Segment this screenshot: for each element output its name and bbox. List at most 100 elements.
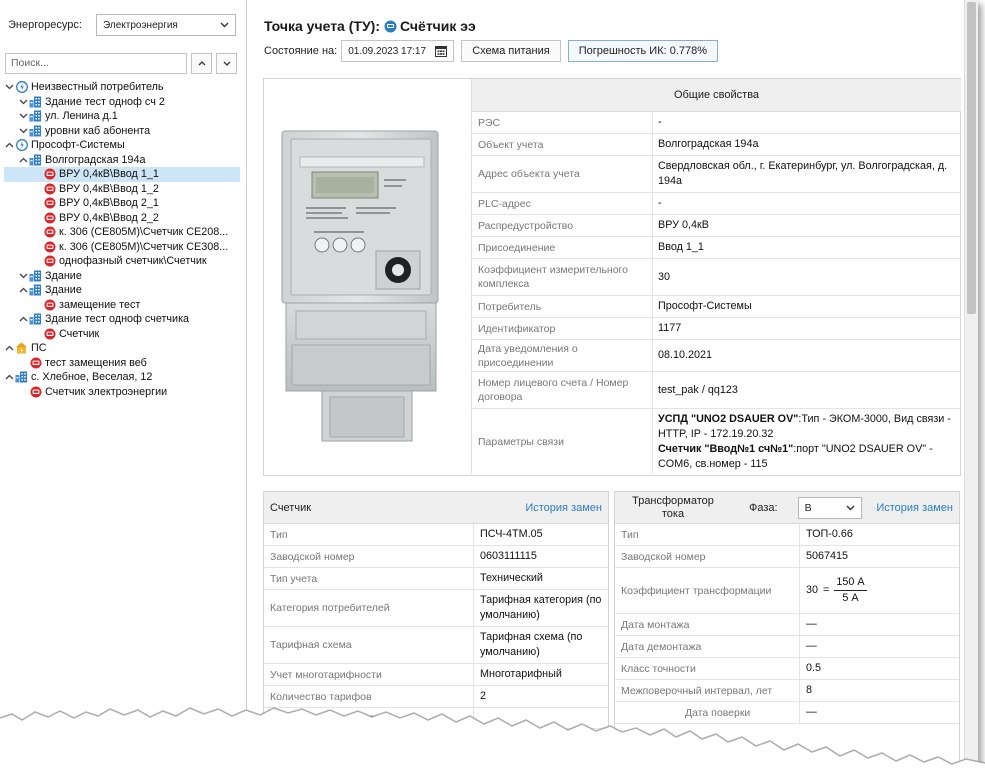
calendar-icon[interactable] — [435, 45, 448, 57]
tree-node[interactable]: ВРУ 0,4кВ\Ввод 2_1 — [4, 196, 244, 211]
uspd-name: УСПД "UNO2 DSAUER OV" — [658, 413, 799, 425]
tree-node[interactable]: ВРУ 0,4кВ\Ввод 1_1 — [4, 167, 240, 182]
chevron-up-icon[interactable] — [4, 372, 15, 382]
chevron-down-icon[interactable] — [18, 111, 29, 121]
title-prefix: Точка учета (ТУ): — [264, 18, 380, 34]
property-row: Идентификатор 1177 — [471, 318, 961, 340]
meter-partial-row: ...зательности — [264, 708, 608, 729]
tree-node-label: к. 306 (СЕ805М)\Счетчик СЕ208... — [59, 226, 229, 239]
state-label: Состояние на: — [264, 45, 338, 57]
chevron-up-icon[interactable] — [4, 343, 15, 353]
tree-node-label: Счетчик — [59, 327, 100, 340]
general-properties-rows: РЭС - Объект учета Волгоградская 194а Адрес … — [471, 112, 961, 409]
property-value: 08.10.2021 — [658, 349, 713, 361]
transformer-row: Коэффициент трансформации 30 = 150 А5 А — [615, 568, 959, 614]
scroll-down-button[interactable] — [216, 52, 237, 74]
tree-node[interactable]: Здание тест одноф счетчика — [4, 312, 244, 327]
meter-link-name: Счетчик "Ввод№1 сч№1" — [658, 443, 794, 455]
tree-node[interactable]: Волгоградская 194а — [4, 153, 244, 168]
tree-node[interactable]: Неизвестный потребитель — [4, 80, 244, 95]
meter-row: Заводской номер 0603111115 — [264, 546, 608, 568]
tree-node[interactable]: уровни каб абонента — [4, 124, 244, 139]
tree-node[interactable]: замещение тест — [4, 298, 244, 313]
transformer-row: Тип ТОП-0.66 — [615, 524, 959, 546]
chevron-down-icon[interactable] — [18, 271, 29, 281]
meter-row-value: 2 — [480, 690, 487, 702]
building-icon — [29, 270, 42, 282]
search-input[interactable]: Поиск... — [5, 52, 187, 74]
page-title: Точка учета (ТУ): Счётчик ээ — [264, 18, 476, 34]
energy-resource-select[interactable]: Электроэнергия — [96, 14, 236, 36]
building-icon — [29, 284, 42, 296]
chevron-down-icon[interactable] — [18, 126, 29, 136]
transformer-row-value: ТОП-0.66 — [806, 528, 853, 540]
property-row: Номер лицевого счета / Номер договора tes… — [471, 372, 961, 409]
transformer-row-value: — — [806, 618, 817, 630]
power-scheme-button[interactable]: Схема питания — [461, 40, 561, 62]
tree-node[interactable]: Прософт-Системы — [4, 138, 244, 153]
ratio-equals: = — [823, 584, 830, 596]
tree-node-label: к. 306 (СЕ805М)\Счетчик СЕ308... — [59, 240, 229, 253]
transformation-ratio: 30 = 150 А5 А — [800, 568, 959, 613]
meter-panel-title: Счетчик — [270, 501, 312, 514]
chevron-down-icon[interactable] — [4, 82, 15, 92]
property-row: Присоединение Ввод 1_1 — [471, 237, 961, 259]
tree-node[interactable]: Счетчик электроэнергии — [4, 385, 244, 400]
property-value: ВРУ 0,4кВ — [658, 219, 709, 231]
tree-node-label: Здание — [45, 269, 82, 282]
meter-rows: Тип ПСЧ-4ТМ.05 Заводской номер 0603111115 Ти… — [264, 524, 608, 708]
meter-row-label: Тип — [264, 524, 474, 545]
tree-node[interactable]: ПС — [4, 341, 244, 356]
tree-node[interactable]: к. 306 (СЕ805М)\Счетчик СЕ308... — [4, 240, 244, 255]
tree-node[interactable]: Здание — [4, 283, 244, 298]
tree-node[interactable]: Счетчик — [4, 327, 244, 342]
chevron-up-icon[interactable] — [18, 314, 29, 324]
phase-select[interactable]: B — [797, 496, 862, 519]
transformer-row-label: Тип — [615, 524, 800, 545]
tree-node[interactable]: Здание тест одноф сч 2 — [4, 95, 244, 110]
transformer-row-label: Дата демонтажа — [615, 636, 800, 657]
measurement-error-button[interactable]: Погрешность ИК: 0.778% — [567, 40, 719, 62]
substation-icon — [15, 342, 28, 354]
meter-row-label: Категория потребителей — [264, 590, 474, 626]
tree-node[interactable]: ул. Ленина д.1 — [4, 109, 244, 124]
meter-history-link[interactable]: История замен — [525, 502, 602, 514]
tree-node[interactable]: ВРУ 0,4кВ\Ввод 2_2 — [4, 211, 244, 226]
tree-node[interactable]: с. Хлебное, Веселая, 12 — [4, 370, 244, 385]
tree-node-label: уровни каб абонента — [45, 124, 151, 137]
property-label: Номер лицевого счета / Номер договора — [472, 372, 653, 408]
chevron-up-icon[interactable] — [18, 155, 29, 165]
meter-row-label: Учет многотарифности — [264, 664, 474, 685]
property-label: РЭС — [472, 112, 653, 133]
transformer-row-label: Класс точности — [615, 658, 800, 679]
transformer-history-link[interactable]: История замен — [876, 502, 953, 514]
transformer-row-label: Коэффициент трансформации — [615, 568, 800, 613]
transformer-row-label: Межповерочный интервал, лет — [615, 680, 800, 701]
chevron-down-icon[interactable] — [18, 97, 29, 107]
tree-node[interactable]: ВРУ 0,4кВ\Ввод 1_2 — [4, 182, 244, 197]
tree-node[interactable]: однофазный счетчик\Счетчик — [4, 254, 244, 269]
transformer-partial-row: Дата поверки — — [615, 702, 959, 724]
main-content: Точка учета (ТУ): Счётчик ээ Состояние н… — [248, 0, 964, 770]
property-label: Адрес объекта учета — [472, 156, 653, 192]
tree-node[interactable]: к. 306 (СЕ805М)\Счетчик СЕ208... — [4, 225, 244, 240]
property-row: Коэффициент измерительного комплекса 30 — [471, 259, 961, 296]
building-icon — [29, 110, 42, 122]
property-label: Идентификатор — [472, 318, 653, 339]
chevron-up-icon[interactable] — [18, 285, 29, 295]
meter-panel: Счетчик История замен Тип ПСЧ-4ТМ.05 Завод… — [263, 491, 609, 770]
scrollbar-thumb[interactable] — [967, 2, 976, 314]
chevron-up-icon[interactable] — [4, 140, 15, 150]
meter-row: Тарифная схема Тарифная схема (по умолчан… — [264, 627, 608, 664]
tree-node-label: однофазный счетчик\Счетчик — [59, 255, 207, 268]
tree-node[interactable]: Здание — [4, 269, 244, 284]
transformer-row-label: Дата монтажа — [615, 614, 800, 635]
property-label: PLC-адрес — [472, 193, 653, 214]
state-date-input[interactable]: 01.09.2023 17:17 — [341, 40, 455, 62]
meter-icon — [29, 357, 42, 369]
tree-node-label: Здание тест одноф сч 2 — [45, 95, 165, 108]
transformer-panel-header: Трансформатор тока Фаза: B История замен — [615, 492, 959, 524]
scroll-up-button[interactable] — [191, 52, 212, 74]
main-scrollbar[interactable] — [964, 0, 978, 770]
tree-node[interactable]: тест замещения веб — [4, 356, 244, 371]
